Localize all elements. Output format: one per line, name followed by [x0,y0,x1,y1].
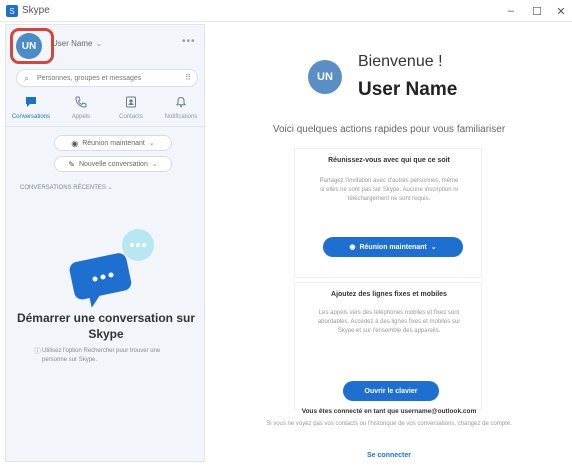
tab-label: Appels [71,114,91,120]
contacts-icon [106,96,156,110]
minimize-button[interactable]: – [498,2,524,20]
welcome-subtitle: Voici quelques actions rapides pour vous… [272,124,506,135]
meet-now-button[interactable]: ◉ Réunion maintenant ⌄ [54,135,172,151]
recent-chats-label[interactable]: CONVERSATIONS RÉCENTES ⌄ [20,184,113,191]
tab-contacts[interactable]: Contacts [106,93,156,127]
sign-in-link[interactable]: Se connecter [206,452,572,459]
switch-account-note: Si vous ne voyez pas vos contacts ou l'h… [266,421,512,427]
dialpad-card: Ajoutez des lignes fixes et mobiles Les … [294,282,482,410]
video-camera-icon: ◉ [349,244,356,251]
meet-now-main-button[interactable]: ◉ Réunion maintenant ⌄ [323,237,463,257]
maximize-button[interactable]: ☐ [524,2,550,20]
main-panel: UN Bienvenue ! User Name Voici quelques … [206,24,572,466]
profile-row: UN User Name ⌄ ••• [6,25,206,65]
bell-icon [156,96,206,110]
signed-in-note: Vous êtes connecté en tant que username@… [301,408,477,415]
new-chat-icon: ✎ [68,159,75,169]
dialpad-icon[interactable]: ⠿ [185,73,191,82]
close-button[interactable]: ✕ [548,2,572,20]
recent-chats-text: CONVERSATIONS RÉCENTES [20,185,106,191]
welcome-heading: Bienvenue ! [358,53,443,70]
meet-now-main-label: Réunion maintenant [359,243,427,251]
chevron-down-icon: ⌄ [151,161,158,168]
new-chat-label: Nouvelle conversation [78,160,148,168]
window-title: Skype [22,5,50,16]
info-icon: ⓘ [34,348,41,355]
tab-label: Conversations [11,114,51,120]
search-box[interactable]: ⌕ ⠿ [16,69,198,87]
avatar-highlight-box [10,28,54,64]
svg-text:S: S [9,7,14,16]
video-camera-icon: ◉ [71,138,79,148]
tab-notifications[interactable]: Notifications [156,93,206,127]
profile-name[interactable]: User Name ⌄ [52,39,102,48]
tab-calls[interactable]: Appels [56,93,106,127]
profile-name-text: User Name [52,39,93,48]
tab-label: Notifications [164,114,198,120]
search-input[interactable] [37,72,177,85]
search-icon: ⌕ [24,73,30,83]
welcome-username: User Name [358,79,458,100]
new-chat-button[interactable]: ✎ Nouvelle conversation ⌄ [54,156,172,172]
chevron-down-icon: ⌄ [95,39,103,48]
sidebar: UN User Name⌄ ••• ⌕ ⠿ Conversations Appe… [5,24,206,462]
more-options-button[interactable]: ••• [182,36,196,47]
chevron-down-icon: ⌄ [107,185,113,191]
chat-icon [6,96,56,110]
meet-card: Réunissez-vous avec qui que ce soit Part… [294,148,482,278]
title-bar: S Skype – ☐ ✕ [0,0,572,22]
empty-state-description: ⓘ Utilisez l'option Rechercher pour trou… [34,347,172,365]
chat-bubbles-illustration [69,229,154,308]
chevron-down-icon: ⌄ [430,244,437,251]
empty-state-title: Démarrer une conversation sur Skype [16,311,196,341]
meet-now-label: Réunion maintenant [82,139,145,147]
welcome-avatar: UN [308,60,342,94]
open-dialpad-label: Ouvrir le clavier [364,387,418,395]
nav-tabs: Conversations Appels Contacts Notificati… [6,93,206,127]
tab-conversations[interactable]: Conversations [6,93,56,127]
skype-logo-icon: S [6,5,18,17]
chevron-down-icon: ⌄ [148,140,155,147]
phone-icon [56,96,106,110]
tab-label: Contacts [119,114,143,120]
card-description: Les appels vers des téléphones mobiles e… [317,310,461,334]
open-dialpad-button[interactable]: Ouvrir le clavier [343,381,439,401]
card-description: Partagez l'invitation avec d'autres pers… [319,178,459,202]
card-title: Réunissez-vous avec qui que ce soit [328,157,450,164]
card-title: Ajoutez des lignes fixes et mobiles [331,291,447,298]
empty-state-text: Utilisez l'option Rechercher pour trouve… [42,348,161,363]
